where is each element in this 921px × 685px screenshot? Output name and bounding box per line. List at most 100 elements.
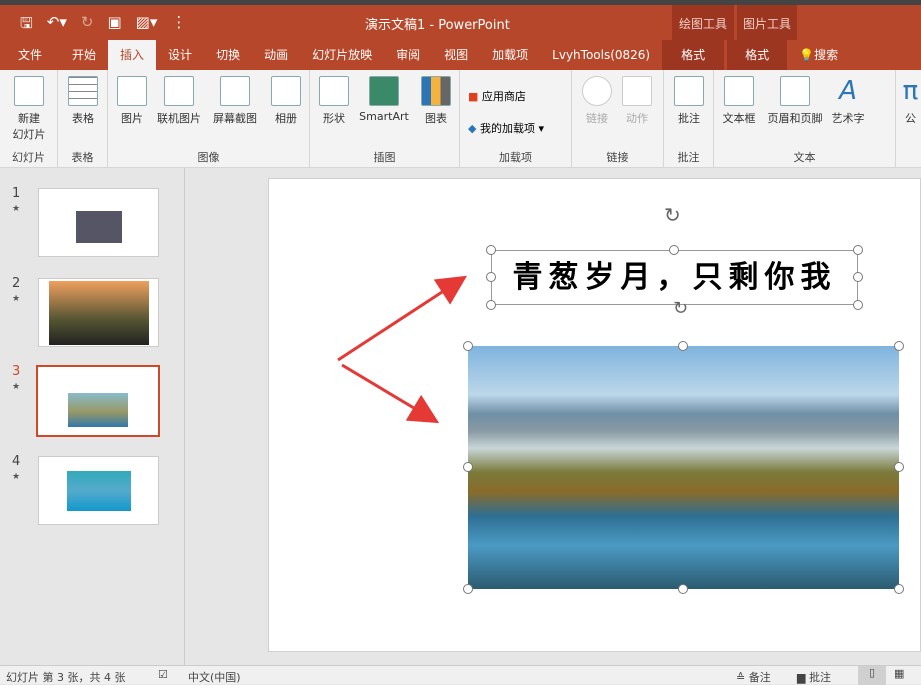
tab-transitions[interactable]: 切换	[204, 40, 252, 70]
group-label: 插图	[373, 151, 396, 164]
resize-handle[interactable]	[463, 341, 473, 351]
group-links: 链接 动作 链接	[572, 70, 664, 168]
store-label: 应用商店	[481, 90, 526, 103]
resize-handle[interactable]	[894, 584, 904, 594]
title-textbox[interactable]: 青葱岁月，只剩你我	[491, 250, 858, 305]
comment-icon: ▆	[797, 671, 806, 684]
resize-handle[interactable]	[853, 245, 863, 255]
my-addins-label: 我的加载项	[479, 122, 535, 135]
chart-button[interactable]: 图表	[416, 76, 456, 126]
customize-icon[interactable]: ⋮	[171, 13, 186, 38]
wordart-icon: A	[839, 76, 857, 106]
comments-label: 批注	[808, 671, 831, 684]
resize-handle[interactable]	[894, 462, 904, 472]
group-comments: 批注 批注	[664, 70, 714, 168]
quick-access-toolbar: 🖫 ↶▾ ↻ ▣ ▨▾ ⋮	[20, 13, 186, 38]
group-label: 加载项	[499, 151, 532, 164]
screenshot-label: 屏幕截图	[213, 112, 257, 125]
equation-button[interactable]: π公	[900, 76, 921, 126]
slide-thumbnail-1[interactable]	[38, 188, 159, 257]
group-text: 文本框 页眉和页脚 A 艺术字 文本	[714, 70, 896, 168]
save-icon[interactable]: 🖫	[20, 13, 33, 38]
resize-handle[interactable]	[678, 341, 688, 351]
group-illustrations: 形状 SmartArt 图表 插图	[310, 70, 460, 168]
resize-handle[interactable]	[853, 272, 863, 282]
animation-star-icon: ★	[12, 294, 21, 304]
slide-thumbnail-2[interactable]	[38, 278, 159, 347]
tab-lvyhtools[interactable]: LvyhTools(0826)	[540, 40, 662, 70]
language-indicator[interactable]: 中文(中国)	[188, 669, 241, 685]
comments-button[interactable]: ▆ 批注	[797, 669, 831, 685]
group-label: 链接	[606, 151, 629, 164]
title-bar: 🖫 ↶▾ ↻ ▣ ▨▾ ⋮ 演示文稿1 - PowerPoint 绘图工具 图片…	[0, 5, 921, 70]
link-button[interactable]: 链接	[580, 76, 614, 126]
resize-handle[interactable]	[894, 341, 904, 351]
tab-slideshow[interactable]: 幻灯片放映	[300, 40, 384, 70]
animation-star-icon: ★	[12, 472, 21, 482]
screenshot-button[interactable]: 屏幕截图	[206, 76, 264, 126]
slide-thumbnails-pane: 1 ★ 2 ★ 3 ★ 4 ★	[0, 168, 185, 665]
status-bar: 幻灯片 第 3 张，共 4 张 ☑ 中文(中国) ≙ 备注 ▆ 批注 ▯ ▦	[0, 665, 921, 685]
my-addins-button[interactable]: ◆ 我的加载项 ▾	[468, 120, 544, 136]
online-picture-button[interactable]: 联机图片	[152, 76, 206, 126]
group-label: 表格	[71, 151, 94, 164]
resize-handle[interactable]	[678, 584, 688, 594]
picture-button[interactable]: 图片	[112, 76, 152, 126]
animation-star-icon: ★	[12, 204, 21, 214]
header-footer-button[interactable]: 页眉和页脚	[762, 76, 828, 126]
notes-icon: ≙	[736, 671, 746, 684]
tab-review[interactable]: 审阅	[384, 40, 432, 70]
rotate-handle-icon[interactable]: ↻	[673, 298, 688, 319]
presentation-icon[interactable]: ▣	[107, 13, 121, 38]
spellcheck-icon[interactable]: ☑	[158, 668, 168, 681]
wordart-button[interactable]: A 艺术字	[828, 76, 868, 126]
resize-handle[interactable]	[463, 584, 473, 594]
textbox-button[interactable]: 文本框	[716, 76, 762, 126]
group-tables: 表格 表格	[58, 70, 108, 168]
link-label: 链接	[586, 112, 608, 125]
slide-thumbnail-4[interactable]	[38, 456, 159, 525]
red-arrows	[337, 275, 468, 424]
tab-view[interactable]: 视图	[432, 40, 480, 70]
undo-icon[interactable]: ↶▾	[47, 13, 67, 38]
resize-handle[interactable]	[669, 245, 679, 255]
slide-info: 幻灯片 第 3 张，共 4 张	[6, 671, 126, 684]
rotate-handle-icon[interactable]: ↻	[664, 203, 681, 227]
textbox-icon	[724, 76, 754, 106]
resize-handle[interactable]	[486, 300, 496, 310]
store-button[interactable]: ■ 应用商店	[468, 88, 526, 104]
notes-button[interactable]: ≙ 备注	[736, 669, 771, 685]
resize-handle[interactable]	[853, 300, 863, 310]
window-title: 演示文稿1 - PowerPoint	[365, 18, 510, 33]
tab-drawing-format[interactable]: 格式	[662, 40, 725, 70]
animation-star-icon: ★	[12, 382, 21, 392]
normal-view-icon[interactable]: ▯	[858, 666, 886, 685]
screenshot-icon	[220, 76, 250, 106]
tab-home[interactable]: 开始	[60, 40, 108, 70]
new-slide-button[interactable]: 新建 幻灯片	[4, 76, 54, 142]
tab-file[interactable]: 文件	[0, 40, 60, 70]
resize-handle[interactable]	[463, 462, 473, 472]
slide-sorter-icon[interactable]: ▦	[894, 667, 904, 680]
smartart-icon	[369, 76, 399, 106]
pi-icon: π	[902, 76, 919, 106]
image-icon[interactable]: ▨▾	[136, 13, 158, 38]
table-button[interactable]: 表格	[63, 76, 103, 126]
tab-animations[interactable]: 动画	[252, 40, 300, 70]
redo-icon[interactable]: ↻	[81, 13, 94, 38]
action-button[interactable]: 动作	[620, 76, 654, 126]
tab-picture-format[interactable]: 格式	[727, 40, 788, 70]
tab-insert[interactable]: 插入	[108, 40, 157, 70]
slide-thumbnail-3[interactable]	[36, 365, 160, 437]
smartart-button[interactable]: SmartArt	[354, 76, 414, 123]
resize-handle[interactable]	[486, 272, 496, 282]
comment-button[interactable]: 批注	[670, 76, 708, 126]
resize-handle[interactable]	[486, 245, 496, 255]
shapes-button[interactable]: 形状	[314, 76, 354, 126]
album-button[interactable]: 相册	[266, 76, 306, 126]
lake-mountain-picture[interactable]	[468, 346, 899, 589]
search-box[interactable]: 💡搜索	[787, 40, 850, 70]
tab-design[interactable]: 设计	[156, 40, 204, 70]
tab-addins[interactable]: 加载项	[480, 40, 540, 70]
store-icon: ■	[468, 90, 479, 103]
